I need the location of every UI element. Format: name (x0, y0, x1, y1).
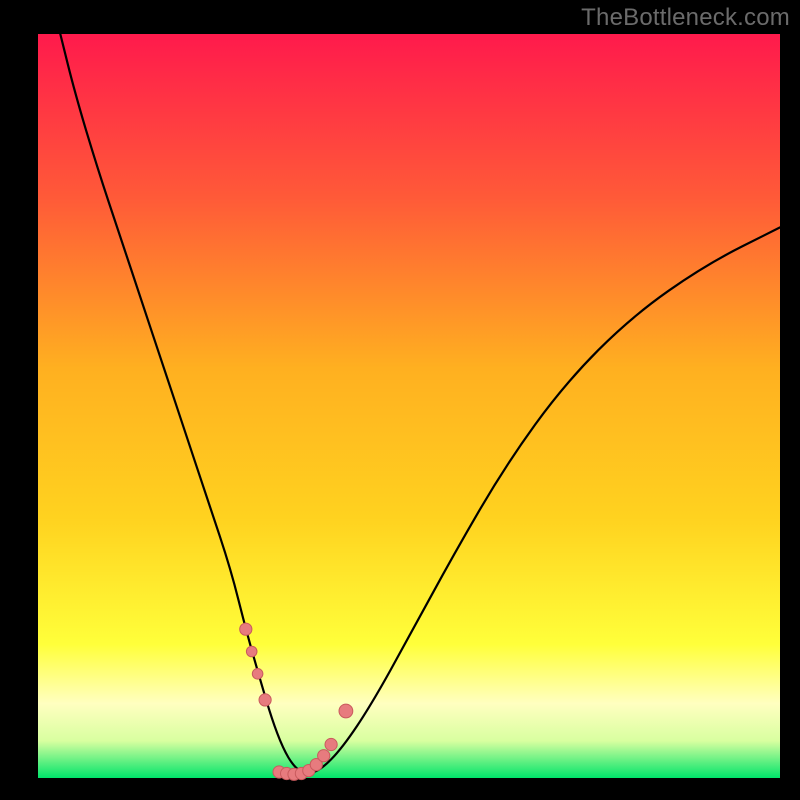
data-marker (318, 750, 330, 762)
chart-stage: TheBottleneck.com (0, 0, 800, 800)
plot-area (38, 34, 780, 778)
data-marker (240, 623, 252, 635)
data-marker (259, 694, 271, 706)
data-marker (246, 646, 257, 657)
data-marker (252, 669, 263, 680)
data-marker (325, 738, 337, 750)
watermark-text: TheBottleneck.com (581, 4, 790, 32)
data-marker (339, 704, 353, 718)
bottleneck-chart (0, 0, 800, 800)
